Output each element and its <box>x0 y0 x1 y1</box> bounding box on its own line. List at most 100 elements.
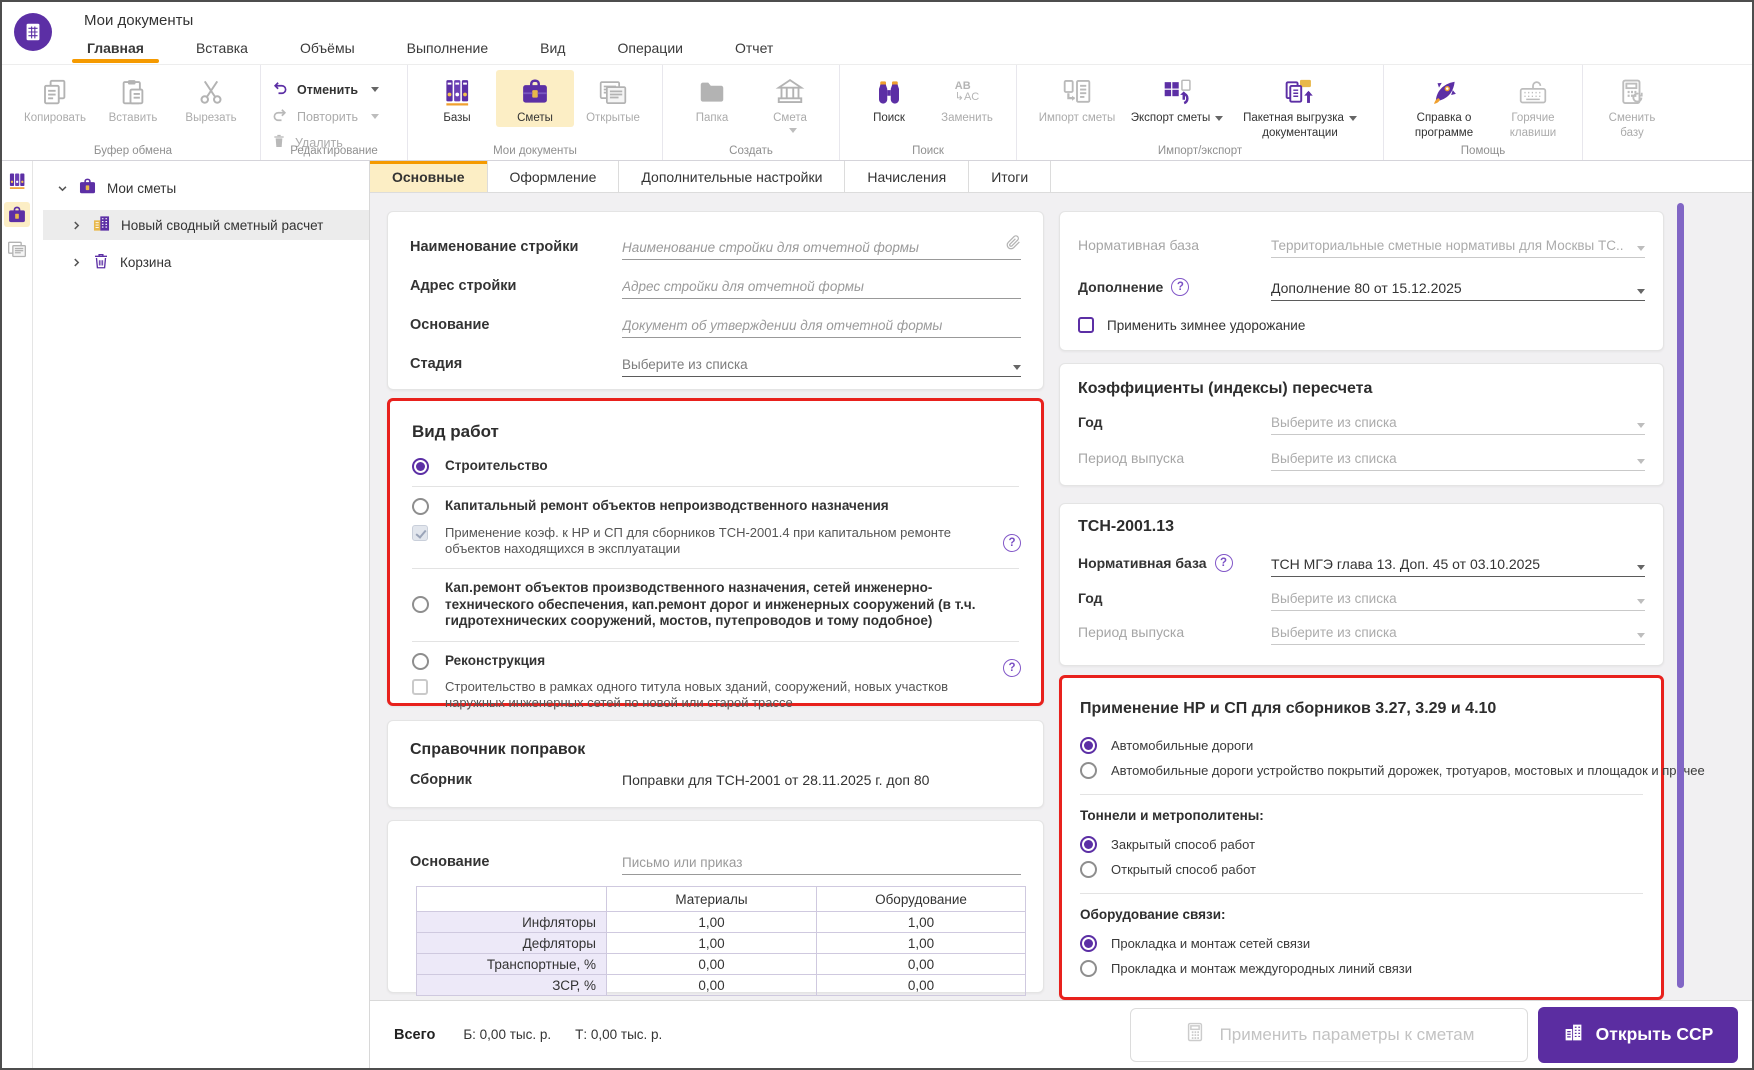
cut-button[interactable]: Вырезать <box>172 70 250 127</box>
one-title-checkbox-row[interactable]: Строительство в рамках одного титула нов… <box>412 679 1019 711</box>
inflators-basis-input[interactable]: Письмо или приказ <box>622 855 1021 875</box>
paperclip-icon[interactable] <box>1006 235 1021 255</box>
radio-icon[interactable] <box>1080 762 1097 779</box>
table-cell[interactable]: 0,00 <box>607 954 817 975</box>
table-cell[interactable]: 0,00 <box>607 975 817 996</box>
tab-itogi[interactable]: Итоги <box>969 161 1051 192</box>
radio-icon[interactable] <box>412 498 429 515</box>
tunnels-option-open[interactable]: Открытый способ работ <box>1080 861 1643 878</box>
chevron-down-icon[interactable] <box>57 183 68 194</box>
chevron-right-icon[interactable] <box>71 257 82 268</box>
help-icon[interactable] <box>1171 278 1189 296</box>
table-cell[interactable]: 0,00 <box>817 954 1026 975</box>
dropdown-caret[interactable] <box>1637 289 1645 294</box>
help-icon[interactable] <box>1215 554 1233 572</box>
redo-button[interactable]: Повторить <box>271 106 397 127</box>
work-type-option-production-repair[interactable]: Кап.ремонт объектов производственного на… <box>412 580 1019 630</box>
tsn13-period-select[interactable]: Выберите из списка <box>1271 625 1645 645</box>
open-ssr-button[interactable]: Открыть ССР <box>1538 1007 1738 1063</box>
undo-dropdown-caret[interactable] <box>371 87 379 92</box>
comm-option-longdistance[interactable]: Прокладка и монтаж междугородных линий с… <box>1080 960 1643 977</box>
table-cell[interactable]: 1,00 <box>817 912 1026 933</box>
export-caret[interactable] <box>1215 116 1223 121</box>
menu-tab-vstavka[interactable]: Вставка <box>193 31 251 64</box>
winter-costs-checkbox-row[interactable]: Применить зимнее удорожание <box>1078 317 1645 333</box>
estimates-button[interactable]: Сметы <box>496 70 574 127</box>
tunnels-option-closed[interactable]: Закрытый способ работ <box>1080 836 1643 853</box>
radio-icon[interactable] <box>1080 861 1097 878</box>
radio-selected-icon[interactable] <box>412 458 429 475</box>
create-folder-button[interactable]: Папка <box>673 70 751 127</box>
normative-base-select[interactable]: Территориальные сметные нормативы для Мо… <box>1271 238 1645 258</box>
addition-select[interactable]: Дополнение 80 от 15.12.2025 <box>1271 280 1645 301</box>
undo-button[interactable]: Отменить <box>271 79 397 100</box>
search-button[interactable]: Поиск <box>850 70 928 127</box>
help-icon[interactable] <box>1003 534 1021 552</box>
work-type-option-reconstruction[interactable]: Реконструкция <box>412 653 1019 670</box>
dropdown-caret[interactable] <box>1637 565 1645 570</box>
table-cell[interactable]: 1,00 <box>607 912 817 933</box>
help-icon[interactable] <box>1003 659 1021 677</box>
radio-icon[interactable] <box>412 653 429 670</box>
create-estimate-button[interactable]: Смета <box>751 70 829 135</box>
basis-input[interactable]: Документ об утверждении для отчетной фор… <box>622 318 1021 338</box>
tree-item-trash[interactable]: Корзина <box>33 247 369 277</box>
batch-export-caret[interactable] <box>1349 116 1357 121</box>
bases-button[interactable]: Базы <box>418 70 496 127</box>
open-documents-button[interactable]: Открытые <box>574 70 652 127</box>
hotkeys-button[interactable]: Горячие клавиши <box>1494 70 1572 142</box>
address-input[interactable]: Адрес стройки для отчетной формы <box>622 279 1021 299</box>
radio-icon[interactable] <box>412 596 429 613</box>
menu-tab-obyomy[interactable]: Объёмы <box>297 31 358 64</box>
coef-year-select[interactable]: Выберите из списка <box>1271 415 1645 435</box>
batch-export-button[interactable]: Пакетная выгрузка документации <box>1227 70 1373 142</box>
construction-name-input[interactable]: Наименование стройки для отчетной формы <box>622 235 1021 260</box>
create-estimate-caret[interactable] <box>789 128 797 133</box>
paste-button[interactable]: Вставить <box>94 70 172 127</box>
menu-tab-vid[interactable]: Вид <box>537 31 568 64</box>
export-estimate-button[interactable]: Экспорт сметы <box>1127 70 1227 127</box>
radio-selected-icon[interactable] <box>1080 935 1097 952</box>
tab-osnovnye[interactable]: Основные <box>370 161 488 192</box>
tsn13-base-select[interactable]: ТСН МГЭ глава 13. Доп. 45 от 03.10.2025 <box>1271 556 1645 577</box>
strip-open-icon[interactable] <box>4 236 30 261</box>
menu-tab-operacii[interactable]: Операции <box>614 31 686 64</box>
table-cell[interactable]: 0,00 <box>817 975 1026 996</box>
corrections-collection-value[interactable]: Поправки для ТСН-2001 от 28.11.2025 г. д… <box>622 772 1021 788</box>
repair-coef-checkbox-row[interactable]: Применение коэф. к НР и СП для сборников… <box>412 525 1019 557</box>
change-base-button[interactable]: Сменить базу <box>1593 70 1671 142</box>
stage-select[interactable]: Выберите из списка <box>622 357 1021 377</box>
tab-dop-nastroyki[interactable]: Дополнительные настройки <box>619 161 845 192</box>
work-type-option-capital-repair[interactable]: Капитальный ремонт объектов непроизводст… <box>412 498 1019 515</box>
roads-option-1[interactable]: Автомобильные дороги <box>1080 737 1643 754</box>
radio-selected-icon[interactable] <box>1080 737 1097 754</box>
apply-parameters-button[interactable]: Применить параметры к сметам <box>1130 1008 1528 1062</box>
menu-tab-vypolnenie[interactable]: Выполнение <box>404 31 491 64</box>
tab-nachisleniya[interactable]: Начисления <box>845 161 969 192</box>
about-button[interactable]: Справка о программе <box>1394 70 1494 142</box>
radio-selected-icon[interactable] <box>1080 836 1097 853</box>
strip-bases-icon[interactable] <box>4 168 30 193</box>
import-estimate-button[interactable]: Импорт сметы <box>1027 70 1127 127</box>
redo-dropdown-caret[interactable] <box>371 114 379 119</box>
coef-period-select[interactable]: Выберите из списка <box>1271 451 1645 471</box>
chevron-right-icon[interactable] <box>71 220 82 231</box>
vertical-scrollbar[interactable] <box>1677 203 1684 988</box>
strip-estimates-icon[interactable] <box>4 202 30 227</box>
stage-caret[interactable] <box>1013 365 1021 370</box>
table-cell[interactable]: 1,00 <box>817 933 1026 954</box>
work-type-option-construction[interactable]: Строительство <box>412 458 1019 475</box>
copy-button[interactable]: Копировать <box>16 70 94 127</box>
tab-oformlenie[interactable]: Оформление <box>488 161 620 192</box>
replace-button[interactable]: AB↳AC Заменить <box>928 70 1006 127</box>
radio-icon[interactable] <box>1080 960 1097 977</box>
table-cell[interactable]: 1,00 <box>607 933 817 954</box>
tree-item-my-estimates[interactable]: Мои сметы <box>33 173 369 203</box>
menu-tab-glavnaya[interactable]: Главная <box>84 31 147 64</box>
roads-option-2[interactable]: Автомобильные дороги устройство покрытий… <box>1080 762 1643 779</box>
comm-option-networks[interactable]: Прокладка и монтаж сетей связи <box>1080 935 1643 952</box>
ribbon-group-search: Поиск AB↳AC Заменить Поиск <box>839 65 1016 160</box>
menu-tab-otchet[interactable]: Отчет <box>732 31 776 64</box>
tsn13-year-select[interactable]: Выберите из списка <box>1271 591 1645 611</box>
tree-item-summary-calculation[interactable]: Новый сводный сметный расчет <box>43 210 369 240</box>
